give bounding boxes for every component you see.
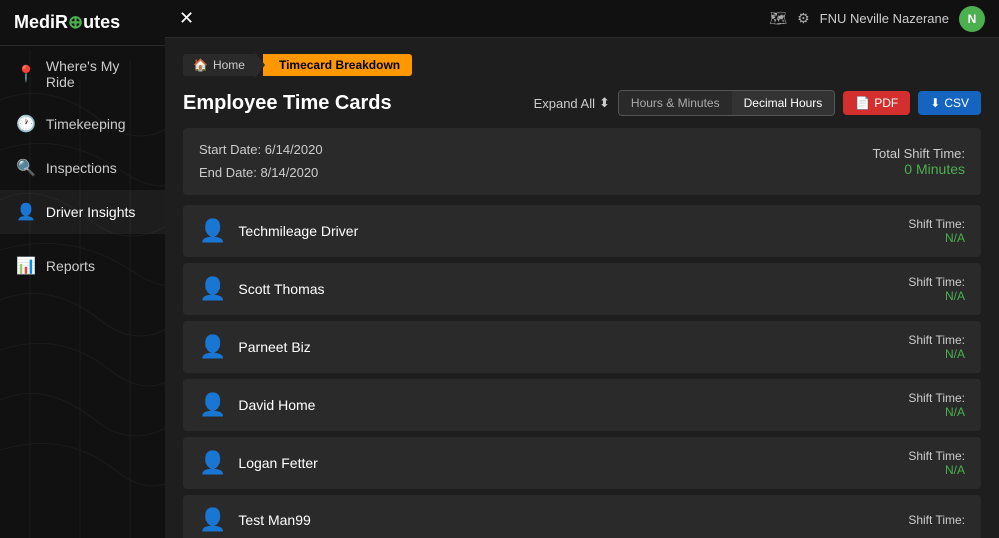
title-controls: Expand All ⬍ Hours & Minutes Decimal Hou… — [534, 90, 981, 116]
end-date-value: 8/14/2020 — [260, 165, 318, 180]
breadcrumb-arrow — [255, 52, 265, 78]
employee-left: 👤 Test Man99 — [199, 507, 311, 533]
start-date-label: Start Date: — [199, 142, 261, 157]
view-toggle-group: Hours & Minutes Decimal Hours — [618, 90, 835, 116]
close-button[interactable]: ✕ — [179, 8, 194, 29]
page-title: Employee Time Cards — [183, 92, 392, 115]
total-shift-value: 0 Minutes — [873, 161, 965, 177]
avatar: N — [959, 6, 985, 32]
employee-avatar-icon: 👤 — [199, 450, 226, 476]
sidebar-label-timekeeping: Timekeeping — [46, 116, 126, 132]
breadcrumb: 🏠 Home Timecard Breakdown — [183, 52, 981, 78]
pdf-button[interactable]: 📄 PDF — [843, 91, 910, 115]
shift-time-value: N/A — [908, 289, 965, 303]
date-labels: Start Date: 6/14/2020 End Date: 8/14/202… — [199, 138, 323, 185]
employee-row[interactable]: 👤 Logan Fetter Shift Time: N/A — [183, 437, 981, 489]
employee-name: David Home — [238, 397, 315, 413]
employee-row[interactable]: 👤 Scott Thomas Shift Time: N/A — [183, 263, 981, 315]
end-date-label: End Date: — [199, 165, 257, 180]
employee-shift-info: Shift Time: — [908, 513, 965, 527]
sidebar-item-timekeeping[interactable]: 🕐 Timekeeping — [0, 102, 165, 146]
sidebar-item-driver-insights[interactable]: 👤 Driver Insights — [0, 190, 165, 234]
sidebar-label-driver-insights: Driver Insights — [46, 204, 135, 220]
employee-shift-info: Shift Time: N/A — [908, 275, 965, 303]
shift-time-label: Shift Time: — [908, 217, 965, 231]
employee-left: 👤 Logan Fetter — [199, 450, 318, 476]
hours-minutes-toggle[interactable]: Hours & Minutes — [619, 91, 732, 115]
total-shift-label: Total Shift Time: — [873, 146, 965, 161]
home-icon: 🏠 — [193, 58, 208, 72]
employee-name: Logan Fetter — [238, 455, 317, 471]
logo-routes-icon: ⊕ — [68, 12, 83, 32]
shift-time-value: N/A — [908, 231, 965, 245]
employee-shift-info: Shift Time: N/A — [908, 217, 965, 245]
search-icon: 🔍 — [16, 158, 36, 178]
employee-left: 👤 David Home — [199, 392, 315, 418]
breadcrumb-current: Timecard Breakdown — [263, 54, 412, 76]
shift-time-label: Shift Time: — [908, 275, 965, 289]
clock-icon: 🕐 — [16, 114, 36, 134]
employee-row[interactable]: 👤 Techmileage Driver Shift Time: N/A — [183, 205, 981, 257]
download-icon: ⬇ — [930, 96, 940, 110]
total-shift-area: Total Shift Time: 0 Minutes — [873, 146, 965, 177]
expand-icon: ⬍ — [599, 95, 610, 111]
employee-name: Scott Thomas — [238, 281, 324, 297]
decimal-hours-toggle[interactable]: Decimal Hours — [732, 91, 835, 115]
shift-time-value: N/A — [908, 405, 965, 419]
expand-all-button[interactable]: Expand All ⬍ — [534, 95, 610, 111]
map-pin-icon[interactable]: 🗺 — [769, 10, 787, 27]
sidebar-item-inspections[interactable]: 🔍 Inspections — [0, 146, 165, 190]
sidebar-item-reports[interactable]: 📊 Reports — [0, 244, 165, 288]
csv-button[interactable]: ⬇ CSV — [918, 91, 981, 115]
shift-time-label: Shift Time: — [908, 333, 965, 347]
page-content: 🏠 Home Timecard Breakdown Employee Time … — [165, 38, 999, 538]
employee-left: 👤 Parneet Biz — [199, 334, 311, 360]
shift-time-value: N/A — [908, 463, 965, 477]
employee-row[interactable]: 👤 David Home Shift Time: N/A — [183, 379, 981, 431]
employee-avatar-icon: 👤 — [199, 276, 226, 302]
employee-avatar-icon: 👤 — [199, 218, 226, 244]
employee-name: Test Man99 — [238, 512, 310, 528]
employee-avatar-icon: 👤 — [199, 334, 226, 360]
employee-left: 👤 Techmileage Driver — [199, 218, 358, 244]
sidebar: MediR⊕utes 📍 Where's My Ride 🕐 Timekeepi… — [0, 0, 165, 538]
sidebar-label-inspections: Inspections — [46, 160, 117, 176]
employee-shift-info: Shift Time: N/A — [908, 449, 965, 477]
shift-time-label: Shift Time: — [908, 391, 965, 405]
shift-time-value: N/A — [908, 347, 965, 361]
pdf-icon: 📄 — [855, 96, 870, 110]
main-content: ✕ 🗺 ⚙ FNU Neville Nazerane N 🏠 Home Time… — [165, 0, 999, 538]
location-icon: 📍 — [16, 64, 36, 84]
chart-icon: 📊 — [16, 256, 36, 276]
employee-row[interactable]: 👤 Parneet Biz Shift Time: N/A — [183, 321, 981, 373]
date-info-card: Start Date: 6/14/2020 End Date: 8/14/202… — [183, 128, 981, 195]
employee-avatar-icon: 👤 — [199, 507, 226, 533]
sidebar-label-wheres-my-ride: Where's My Ride — [46, 58, 149, 90]
start-date-value: 6/14/2020 — [265, 142, 323, 157]
sidebar-item-wheres-my-ride[interactable]: 📍 Where's My Ride — [0, 46, 165, 102]
employee-name: Parneet Biz — [238, 339, 310, 355]
employee-name: Techmileage Driver — [238, 223, 358, 239]
user-name: FNU Neville Nazerane — [820, 11, 949, 26]
shift-time-label: Shift Time: — [908, 449, 965, 463]
logo: MediR⊕utes — [14, 12, 151, 33]
employees-list: 👤 Techmileage Driver Shift Time: N/A 👤 S… — [183, 205, 981, 538]
title-row: Employee Time Cards Expand All ⬍ Hours &… — [183, 90, 981, 116]
topbar: ✕ 🗺 ⚙ FNU Neville Nazerane N — [165, 0, 999, 38]
employee-avatar-icon: 👤 — [199, 392, 226, 418]
employee-left: 👤 Scott Thomas — [199, 276, 325, 302]
employee-row[interactable]: 👤 Test Man99 Shift Time: — [183, 495, 981, 538]
breadcrumb-home[interactable]: 🏠 Home — [183, 54, 255, 76]
logo-area: MediR⊕utes — [0, 0, 165, 46]
person-icon: 👤 — [16, 202, 36, 222]
employee-shift-info: Shift Time: N/A — [908, 333, 965, 361]
shift-time-label: Shift Time: — [908, 513, 965, 527]
sidebar-label-reports: Reports — [46, 258, 95, 274]
settings-icon[interactable]: ⚙ — [797, 10, 810, 27]
employee-shift-info: Shift Time: N/A — [908, 391, 965, 419]
